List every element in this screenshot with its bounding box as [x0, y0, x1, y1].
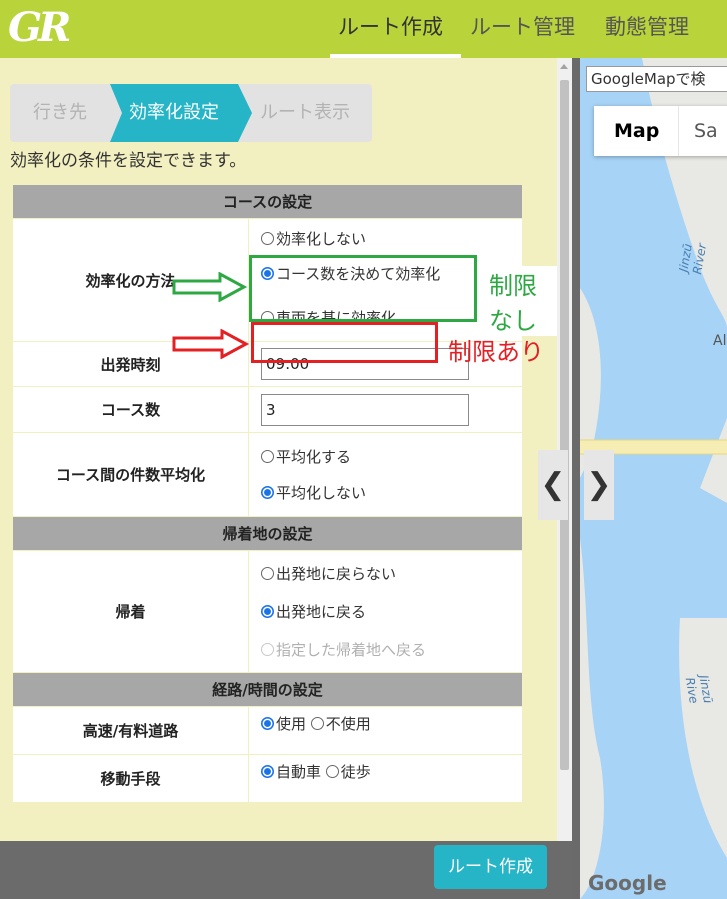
create-route-button[interactable]: ルート作成	[434, 845, 547, 889]
nav-route-manage[interactable]: ルート管理	[470, 0, 575, 58]
step-destination[interactable]: 行き先	[10, 84, 110, 142]
nav-tracking[interactable]: 動態管理	[605, 0, 689, 58]
row-label-transport: 移動手段	[12, 754, 249, 803]
intro-text: 効率化の条件を設定できます。	[10, 151, 247, 171]
radio-balance-on[interactable]: 平均化する	[261, 439, 522, 475]
red-arrow-icon	[172, 329, 250, 359]
row-label-highway: 高速/有料道路	[12, 706, 249, 755]
radio-icon[interactable]	[261, 765, 274, 778]
panel-divider	[572, 58, 580, 899]
radio-no-return[interactable]: 出発地に戻らない	[261, 555, 522, 593]
row-label-course-count: コース数	[12, 386, 249, 433]
radio-icon[interactable]	[261, 604, 274, 618]
radio-icon[interactable]	[325, 765, 339, 778]
radio-car[interactable]: 自動車	[261, 763, 321, 781]
radio-label: 不使用	[325, 715, 371, 733]
radio-icon[interactable]	[261, 449, 274, 463]
radio-label: 指定した帰着地へ戻る	[276, 640, 427, 659]
map-type-control: Map Sa	[594, 106, 727, 156]
app-logo[interactable]: GR	[8, 4, 100, 52]
course-count-input[interactable]	[261, 393, 469, 426]
radio-label: 自動車	[276, 763, 322, 781]
step-arrow	[110, 84, 122, 142]
radio-highway-use[interactable]: 使用	[261, 715, 306, 733]
map-type-satellite-button[interactable]: Sa	[694, 106, 718, 156]
map-type-divider	[678, 106, 679, 156]
annotation-box-red	[251, 322, 438, 363]
radio-label: 出発地に戻らない	[276, 564, 397, 583]
green-arrow-icon	[172, 272, 248, 302]
nav-route-create[interactable]: ルート作成	[338, 0, 443, 58]
radio-highway-no-use[interactable]: 不使用	[310, 715, 371, 733]
radio-label: 出発地に戻る	[276, 602, 367, 621]
scroll-up-icon[interactable]	[560, 64, 568, 69]
annotation-no-limit: 制限なし	[486, 266, 557, 336]
scroll-thumb[interactable]	[560, 80, 569, 770]
section-header-course: コースの設定	[12, 184, 523, 219]
radio-return-to-start[interactable]: 出発地に戻る	[261, 593, 522, 631]
step-arrow	[238, 84, 252, 142]
collapse-left-icon[interactable]: ❮	[538, 450, 568, 520]
row-label-balance: コース間の件数平均化	[12, 432, 249, 517]
map-type-map-button[interactable]: Map	[614, 106, 659, 156]
step-optimization[interactable]: 効率化設定	[110, 84, 238, 142]
radio-icon[interactable]	[261, 485, 274, 499]
settings-panel: 行き先 効率化設定 ルート表示 効率化の条件を設定できます。 コースの設定 効率…	[0, 58, 557, 841]
radio-icon[interactable]	[261, 232, 274, 245]
step-route-display[interactable]: ルート表示	[238, 84, 372, 142]
section-header-return: 帰着地の設定	[12, 516, 523, 551]
radio-icon[interactable]	[261, 566, 274, 580]
radio-balance-off[interactable]: 平均化しない	[261, 475, 522, 511]
footer-bar: ルート作成	[0, 841, 572, 899]
radio-label: 徒歩	[340, 763, 371, 781]
place-label: Al	[713, 333, 727, 349]
radio-label: 使用	[276, 715, 307, 733]
row-label-return: 帰着	[12, 550, 249, 673]
radio-label: 平均化しない	[276, 483, 367, 502]
radio-no-optimization[interactable]: 効率化しない	[261, 222, 522, 256]
radio-return-to-specified: 指定した帰着地へ戻る	[261, 631, 522, 669]
collapse-right-icon[interactable]: ❯	[584, 450, 614, 520]
radio-walk[interactable]: 徒歩	[325, 763, 371, 781]
radio-label: 効率化しない	[276, 230, 367, 248]
top-bar: GR ルート作成 ルート管理 動態管理	[0, 0, 727, 58]
section-header-route: 経路/時間の設定	[12, 672, 523, 707]
radio-icon[interactable]	[310, 717, 324, 730]
radio-icon[interactable]	[261, 717, 274, 730]
annotation-limited: 制限あり	[448, 338, 544, 366]
google-logo: Google	[588, 871, 667, 895]
map-search-input[interactable]: GoogleMapで検	[586, 66, 727, 92]
radio-icon	[261, 642, 274, 656]
annotation-box-green	[249, 255, 477, 322]
radio-label: 平均化する	[276, 447, 352, 466]
step-indicator: 行き先 効率化設定 ルート表示	[10, 84, 372, 142]
